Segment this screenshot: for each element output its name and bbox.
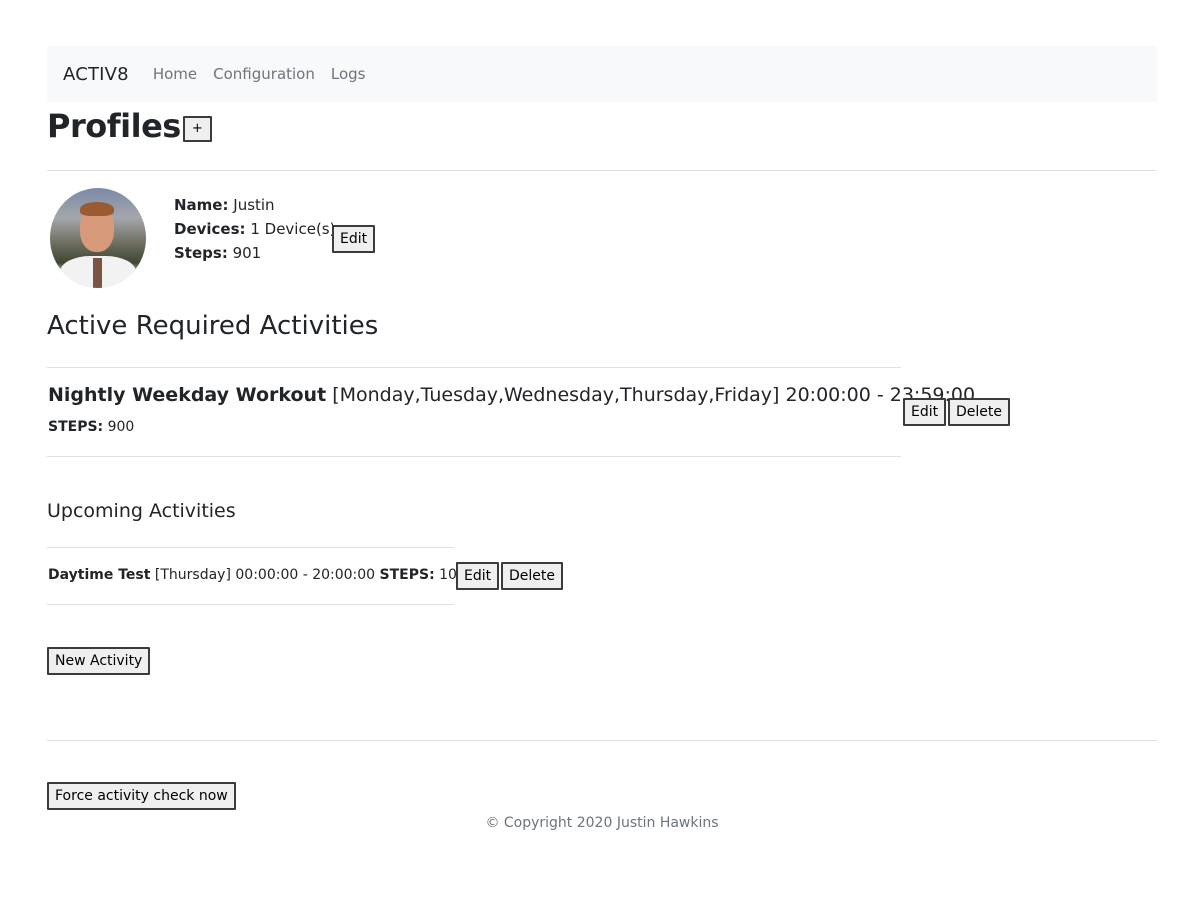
profile-steps-row: Steps: 901 [174,241,335,265]
delete-upcoming-activity-button[interactable]: Delete [501,562,563,590]
avatar [50,188,146,288]
required-activity-days: [Monday,Tuesday,Wednesday,Thursday,Frida… [332,384,780,406]
upcoming-top-divider [47,547,454,548]
upcoming-activity-name: Daytime Test [48,567,151,583]
page-title: Profiles [47,107,181,145]
edit-profile-button[interactable]: Edit [332,225,376,253]
required-activity-steps: 900 [107,419,135,435]
nav-link-home[interactable]: Home [153,65,197,83]
required-bottom-divider [47,456,901,457]
edit-upcoming-activity-button[interactable]: Edit [456,562,500,590]
add-profile-button[interactable]: + [182,116,212,142]
upcoming-activity-time: 00:00:00 - 20:00:00 [235,567,376,583]
upcoming-bottom-divider [47,604,454,605]
navbar: ACTIV8 Home Configuration Logs [47,46,1157,102]
brand-link[interactable]: ACTIV8 [63,64,129,85]
profile-steps-label: Steps: [174,244,228,262]
profile-info: Name: Justin Devices: 1 Device(s) Steps:… [174,193,335,265]
upcoming-activity-row: Daytime Test [Thursday] 00:00:00 - 20:00… [48,567,475,583]
required-activity-time: 20:00:00 - 23:59:00 [785,384,976,406]
avatar-tie [93,258,102,288]
footer-divider [47,740,1157,741]
profiles-header: Profiles + [47,106,1157,146]
required-activity-title: Nightly Weekday Workout [Monday,Tuesday,… [48,384,975,406]
profile-steps: 901 [232,244,262,262]
profile-name-row: Name: Justin [174,193,335,217]
required-activities-heading: Active Required Activities [47,311,379,341]
delete-required-activity-button[interactable]: Delete [948,398,1010,426]
profile-devices-row: Devices: 1 Device(s) [174,217,335,241]
upcoming-activity-steps-label: STEPS: [379,567,435,583]
nav-link-configuration[interactable]: Configuration [213,65,315,83]
profile-name: Justin [233,196,275,214]
new-activity-button[interactable]: New Activity [47,647,151,675]
required-activity-steps-label: STEPS: [48,419,104,435]
upcoming-activities-heading: Upcoming Activities [47,500,236,522]
force-activity-check-button[interactable]: Force activity check now [47,782,236,810]
required-activity-steps-row: STEPS: 900 [48,419,134,435]
required-activity-name: Nightly Weekday Workout [48,384,327,406]
copyright: © Copyright 2020 Justin Hawkins [485,815,719,831]
profile-devices: 1 Device(s) [250,220,336,238]
upcoming-activity-days: [Thursday] [154,567,231,583]
nav-link-logs[interactable]: Logs [331,65,366,83]
profile-name-label: Name: [174,196,229,214]
required-top-divider [47,367,901,368]
avatar-hair [80,202,114,216]
profile-card: Name: Justin Devices: 1 Device(s) Steps:… [47,171,1157,288]
profile-devices-label: Devices: [174,220,246,238]
edit-required-activity-button[interactable]: Edit [903,398,947,426]
page-container: ACTIV8 Home Configuration Logs Profiles … [47,46,1157,831]
